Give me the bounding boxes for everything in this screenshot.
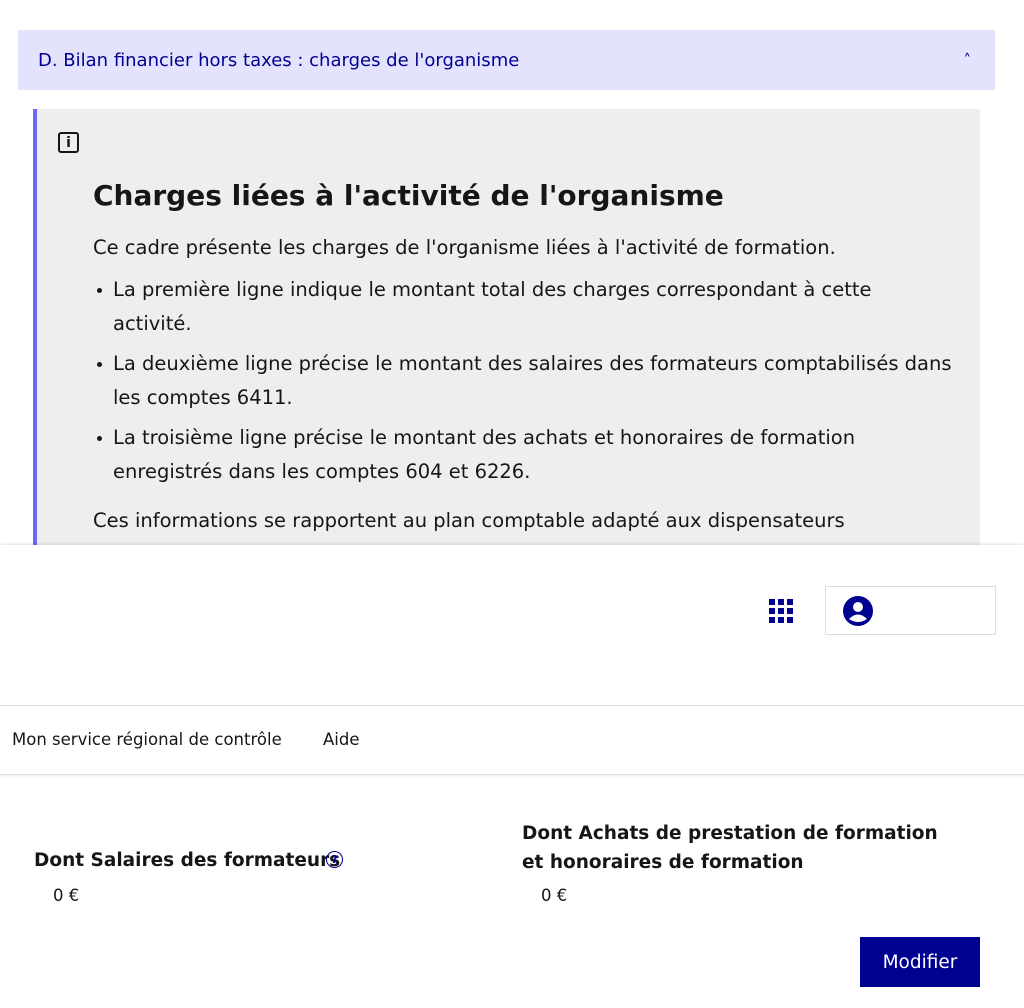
info-icon: i <box>58 132 79 153</box>
list-item: La deuxième ligne précise le montant des… <box>93 347 953 415</box>
callout-intro: Ce cadre présente les charges de l'organ… <box>93 236 836 259</box>
main-navigation: Mon service régional de contrôle Aide <box>0 705 1024 775</box>
modify-button[interactable]: Modifier <box>860 937 980 987</box>
chevron-up-icon[interactable]: ˄ <box>964 51 972 69</box>
grid-icon[interactable] <box>767 597 795 625</box>
account-circle-icon <box>843 596 873 626</box>
help-icon[interactable]: ? <box>326 851 343 868</box>
accordion-header-bilan-financier[interactable]: D. Bilan financier hors taxes : charges … <box>18 30 995 90</box>
accordion-title: D. Bilan financier hors taxes : charges … <box>38 49 520 71</box>
nav-item-service-regional[interactable]: Mon service régional de contrôle <box>12 730 282 749</box>
achats-label: Dont Achats de prestation de formation e… <box>522 823 938 873</box>
salaires-value: 0 € <box>53 886 80 905</box>
callout-title: Charges liées à l'activité de l'organism… <box>93 179 724 212</box>
account-button[interactable] <box>825 586 996 635</box>
nav-item-aide[interactable]: Aide <box>323 730 360 749</box>
callout-list: La première ligne indique le montant tot… <box>93 273 953 495</box>
callout-note: Ces informations se rapportent au plan c… <box>93 509 845 532</box>
site-header <box>0 545 1024 705</box>
salaires-label: Dont Salaires des formateurs <box>34 850 341 871</box>
achats-value: 0 € <box>541 886 568 905</box>
list-item: La première ligne indique le montant tot… <box>93 273 953 341</box>
info-callout: i Charges liées à l'activité de l'organi… <box>33 109 980 545</box>
list-item: La troisième ligne précise le montant de… <box>93 421 953 489</box>
